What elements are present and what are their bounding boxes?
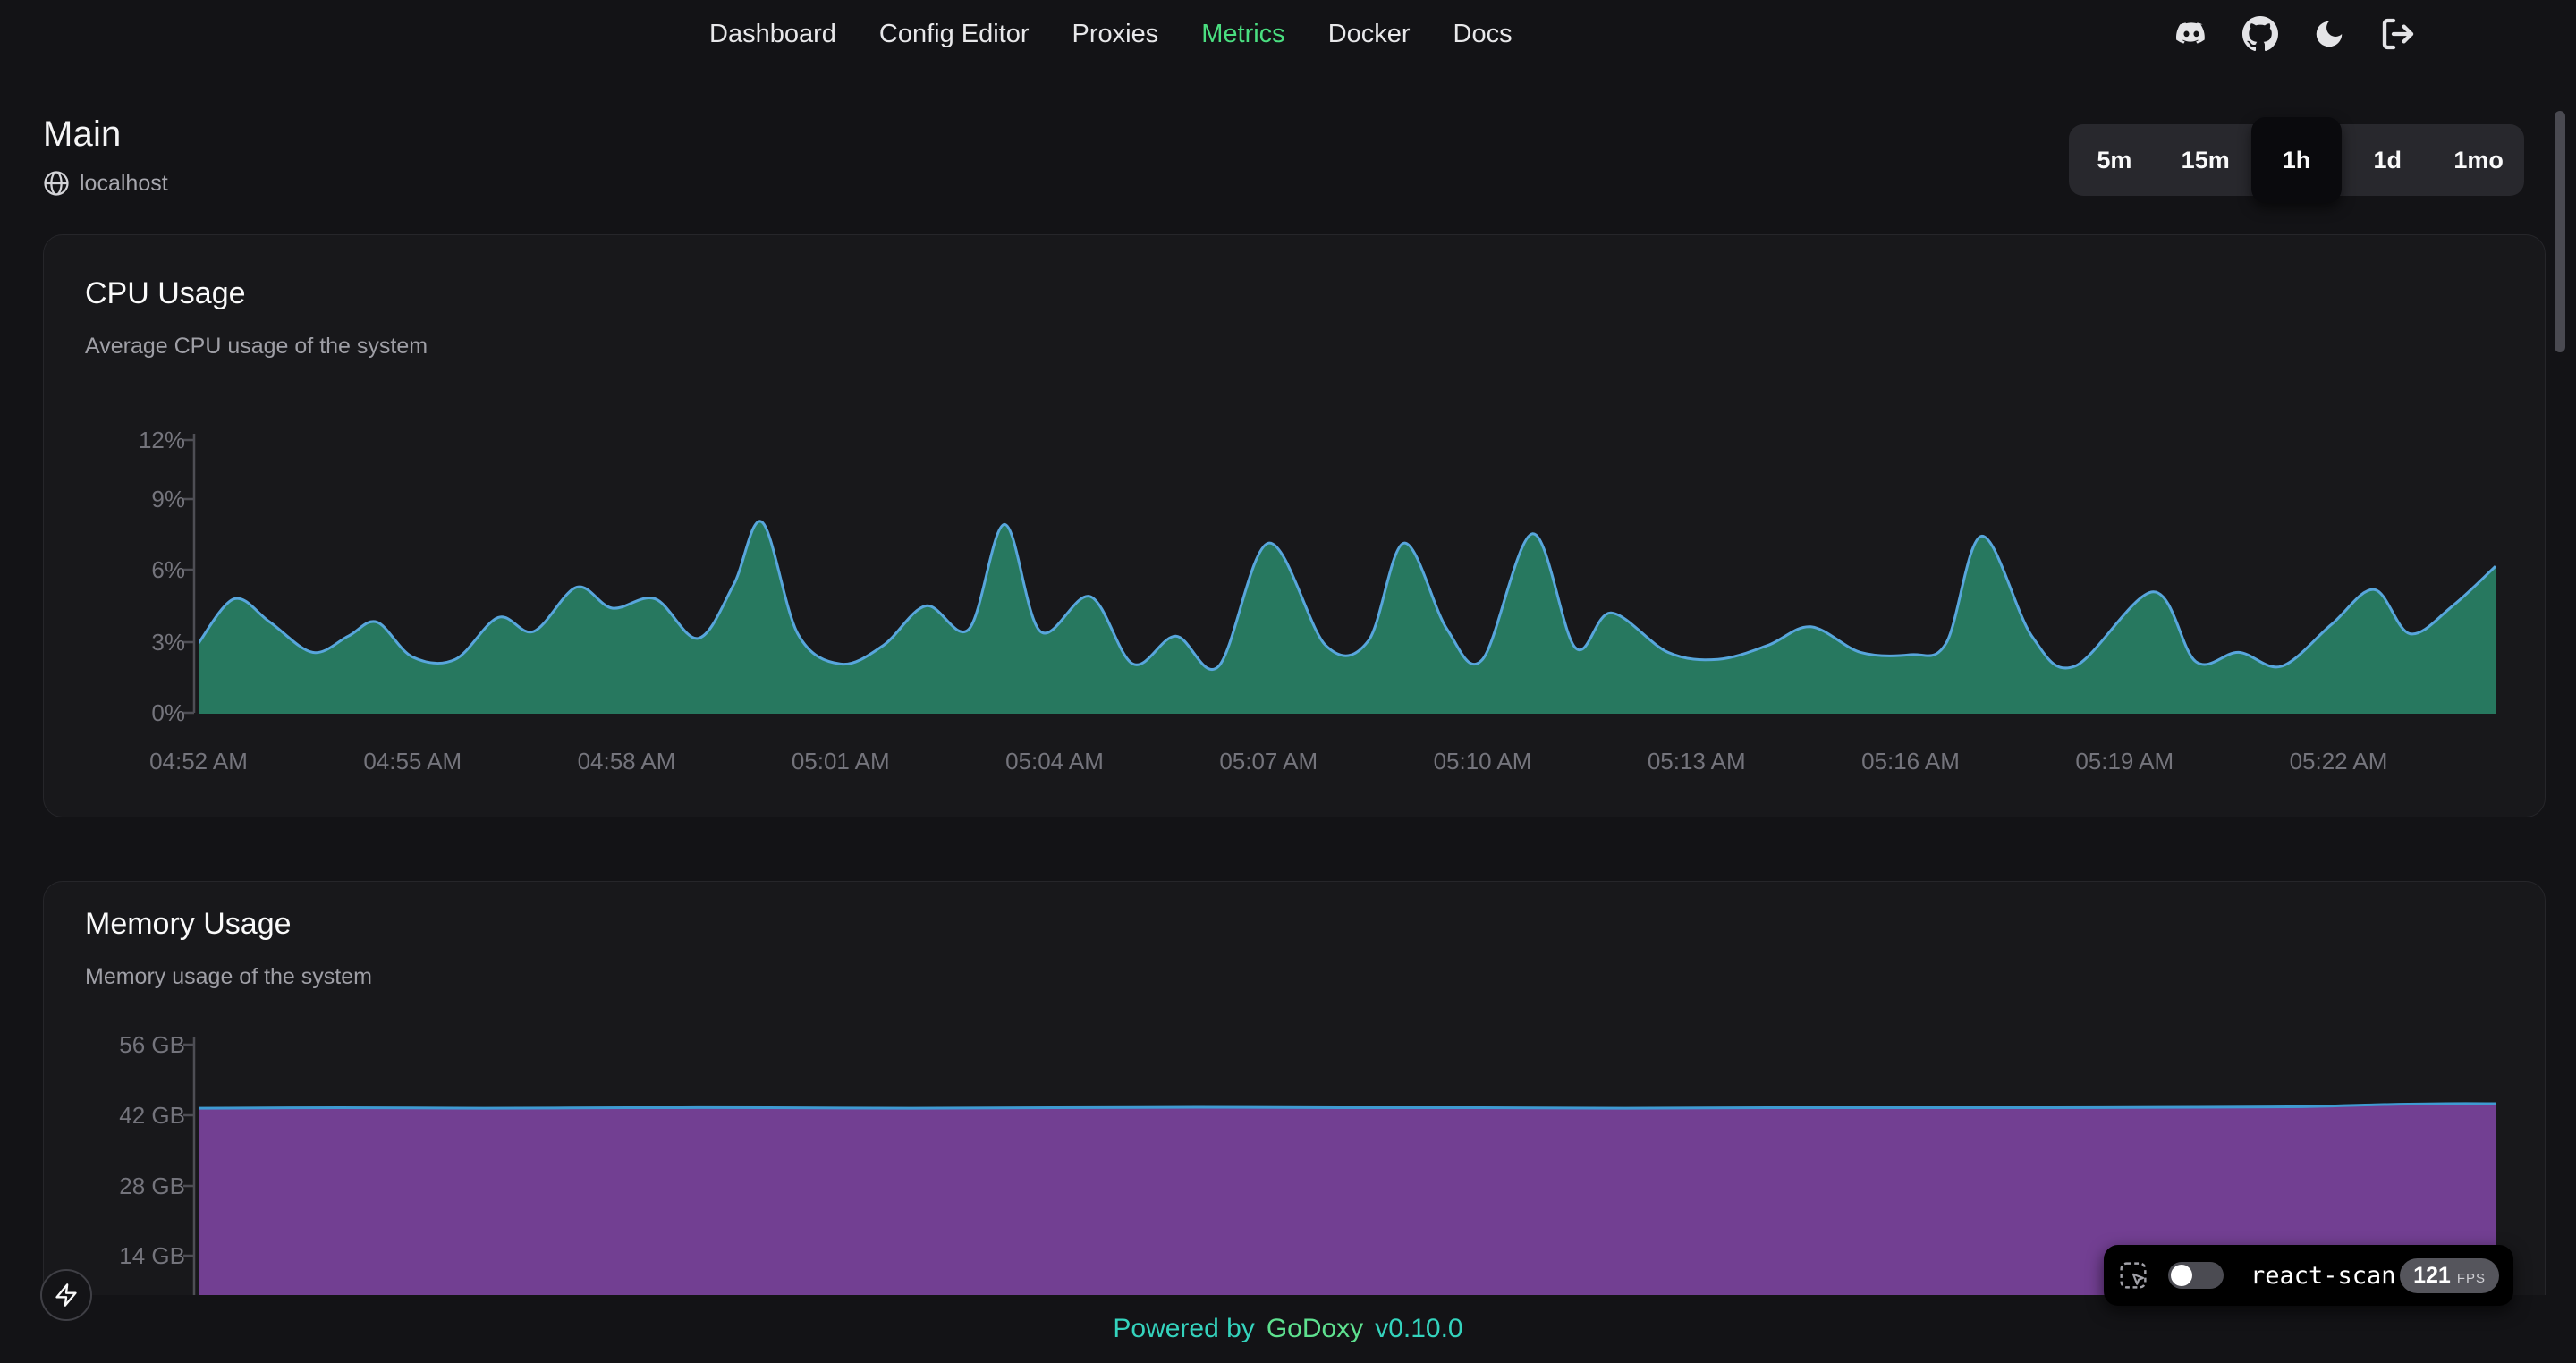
cpu-y-tick-label: 12%: [60, 427, 185, 453]
time-range-option-15m[interactable]: 15m: [2160, 124, 2251, 196]
cpu-x-tick-label: 05:07 AM: [1188, 748, 1349, 775]
moon-icon[interactable]: [2311, 16, 2347, 52]
scrollbar-thumb[interactable]: [2555, 111, 2565, 352]
react-scan-widget: react-scan 121 FPS: [2104, 1245, 2513, 1306]
devtools-flash-button[interactable]: [40, 1269, 92, 1321]
footer-brand-link[interactable]: GoDoxy: [1267, 1314, 1363, 1344]
lightning-icon: [54, 1283, 79, 1308]
nav-item-config-editor[interactable]: Config Editor: [879, 20, 1030, 49]
fps-unit: FPS: [2457, 1271, 2486, 1286]
toggle-knob: [2171, 1265, 2192, 1286]
fps-value: 121: [2413, 1263, 2451, 1289]
cpu-x-tick-label: 05:16 AM: [1830, 748, 1991, 775]
cpu-x-tick-label: 05:19 AM: [2044, 748, 2205, 775]
nav-item-proxies[interactable]: Proxies: [1072, 20, 1159, 49]
main-nav: Dashboard Config Editor Proxies Metrics Dock…: [709, 0, 1513, 68]
cpu-y-tick-label: 0%: [60, 699, 185, 726]
react-scan-toggle[interactable]: [2168, 1262, 2224, 1289]
memory-area-stroke: [199, 1104, 2496, 1108]
host-row: localhost: [43, 170, 168, 197]
host-label: localhost: [80, 171, 168, 197]
github-icon[interactable]: [2242, 16, 2278, 52]
nav-item-docs[interactable]: Docs: [1453, 20, 1513, 49]
memory-y-tick-label: 28 GB: [60, 1173, 185, 1199]
cpu-area-fill: [199, 521, 2496, 714]
fps-badge: 121 FPS: [2400, 1258, 2499, 1293]
react-scan-label: react-scan: [2250, 1262, 2396, 1290]
globe-icon: [43, 170, 70, 197]
app-root: Dashboard Config Editor Proxies Metrics Dock…: [0, 0, 2576, 1363]
cpu-x-tick-label: 05:01 AM: [760, 748, 921, 775]
time-range-option-1d[interactable]: 1d: [2342, 124, 2433, 196]
memory-card-subtitle: Memory usage of the system: [85, 964, 372, 990]
cpu-card-subtitle: Average CPU usage of the system: [85, 334, 428, 360]
cpu-y-tick-label: 9%: [60, 486, 185, 512]
time-range-option-5m[interactable]: 5m: [2069, 124, 2160, 196]
cpu-x-tick-label: 05:13 AM: [1616, 748, 1777, 775]
cpu-x-tick-label: 04:58 AM: [547, 748, 708, 775]
time-range-option-1h[interactable]: 1h: [2251, 117, 2343, 203]
logout-icon[interactable]: [2380, 16, 2416, 52]
cpu-x-tick-label: 04:55 AM: [332, 748, 493, 775]
footer-version: v0.10.0: [1375, 1314, 1462, 1344]
topbar: Dashboard Config Editor Proxies Metrics Dock…: [0, 0, 2576, 68]
footer-powered-by: Powered by: [1113, 1314, 1254, 1344]
cpu-x-tick-label: 05:22 AM: [2258, 748, 2419, 775]
cpu-x-tick-label: 05:10 AM: [1402, 748, 1563, 775]
cpu-x-tick-label: 04:52 AM: [118, 748, 279, 775]
cpu-x-tick-label: 05:04 AM: [974, 748, 1135, 775]
nav-item-dashboard[interactable]: Dashboard: [709, 20, 836, 49]
memory-y-tick-label: 42 GB: [60, 1102, 185, 1129]
cpu-card-title: CPU Usage: [85, 276, 246, 311]
cpu-area-chart[interactable]: [199, 428, 2496, 714]
page-title: Main: [43, 114, 122, 155]
memory-y-tick-label: 14 GB: [60, 1242, 185, 1269]
memory-y-tick-label: 56 GB: [60, 1031, 185, 1058]
inspect-icon[interactable]: [2118, 1260, 2148, 1291]
topbar-icons: [2174, 0, 2416, 68]
nav-item-metrics[interactable]: Metrics: [1201, 20, 1284, 49]
time-range-selector: 5m15m1h1d1mo: [2069, 124, 2524, 196]
memory-card-title: Memory Usage: [85, 907, 292, 942]
cpu-y-tick-label: 6%: [60, 556, 185, 583]
nav-item-docker[interactable]: Docker: [1328, 20, 1411, 49]
discord-icon[interactable]: [2174, 16, 2209, 52]
time-range-option-1mo[interactable]: 1mo: [2433, 124, 2524, 196]
cpu-y-tick-label: 3%: [60, 629, 185, 656]
